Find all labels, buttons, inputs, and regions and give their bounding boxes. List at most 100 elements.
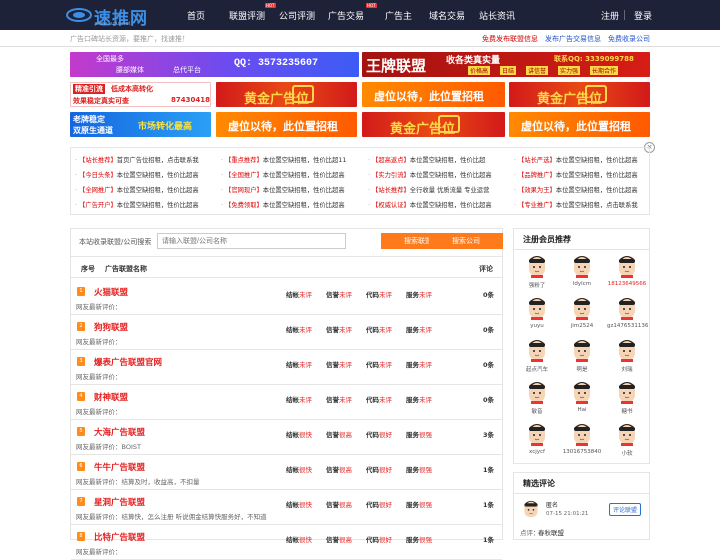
latest-review: 网友最新评价：: [76, 338, 122, 346]
metric: 服务很强: [406, 466, 432, 474]
metric: 代码很好: [366, 431, 392, 439]
text-link-ad[interactable]: · 【品牌推广】本位置空缺招租，性价比超高: [514, 170, 638, 179]
metric: 信誉未评: [326, 291, 352, 299]
ad-banner-king[interactable]: 王牌联盟 收各类真实量 联系QQ: 3339099788 价格高 日结 讲信誉 …: [362, 52, 650, 77]
member-item[interactable]: 13016753840: [562, 422, 602, 464]
rank-badge: 4: [77, 392, 85, 401]
nav-advertiser[interactable]: 广告主: [385, 9, 412, 22]
union-name-link[interactable]: 大海广告联盟: [94, 426, 145, 438]
review-union-button[interactable]: 评论联盟: [609, 503, 642, 516]
member-item[interactable]: yuyu: [517, 296, 557, 338]
member-item[interactable]: gz1476531136: [607, 296, 648, 338]
member-item[interactable]: 敏音: [517, 380, 557, 422]
review-count[interactable]: 0条: [483, 289, 494, 299]
union-name-link[interactable]: 狗狗联盟: [94, 321, 128, 333]
rank-badge: 3: [77, 357, 85, 366]
avatar-icon: [619, 382, 635, 404]
top-nav: 速推网 www.sutui.net 首页 联盟评测 HOT 公司评测 广告交易 HO…: [0, 0, 720, 30]
ad-banner-traffic[interactable]: 精准引流 低成本高转化 效果稳定真实可查 874304182: [70, 82, 211, 107]
text-link-ad[interactable]: · 【专业推广】本位置空缺招租，点击联系我: [514, 200, 638, 209]
metric: 信誉很高: [326, 501, 352, 509]
text-link-ad[interactable]: · 【实力引流】本位置空缺招租，性价比超高: [368, 170, 492, 179]
comment-target[interactable]: 春秋联盟: [538, 527, 564, 537]
ad-banner-media[interactable]: 全国最多 腰部媒体 总代平台 QQ: 3573235607: [70, 52, 359, 77]
member-item[interactable]: 18123649566: [607, 254, 647, 296]
latest-review: 网友最新评价：BOIST: [76, 443, 141, 451]
member-item[interactable]: ldylcm: [562, 254, 602, 296]
union-name-link[interactable]: 财神联盟: [94, 391, 128, 403]
hot-badge: HOT: [366, 3, 377, 8]
ad-slot-gold[interactable]: 黄金广告位: [216, 82, 357, 107]
nav-domain-trade[interactable]: 域名交易: [429, 9, 465, 22]
nav-ad-trade[interactable]: 广告交易 HOT: [328, 3, 377, 22]
text-link-ad[interactable]: · 【今日头条】本位置空缺招租，性价比超高: [75, 170, 199, 179]
nav-webmaster-news[interactable]: 站长资讯: [479, 9, 515, 22]
member-item[interactable]: 啊是: [562, 338, 602, 380]
ad-slot-vacant[interactable]: 虚位以待，此位置招租: [509, 112, 650, 137]
nav-company-review[interactable]: 公司评测: [279, 9, 315, 22]
ad-slot-gold[interactable]: 黄金广告位: [362, 112, 505, 137]
avatar-icon: [619, 424, 635, 446]
member-name: 小软: [621, 451, 633, 457]
text-link-ad[interactable]: · 【全网推广】本位置空缺招租，性价比超高: [75, 185, 199, 194]
union-name-link[interactable]: 火猫联盟: [94, 286, 128, 298]
review-count[interactable]: 0条: [483, 324, 494, 334]
text-link-ad[interactable]: · 【站长严选】本位置空缺招租，性价比超高: [514, 155, 638, 164]
ad-slot-gold[interactable]: 黄金广告位: [509, 82, 650, 107]
review-count[interactable]: 1条: [483, 464, 494, 474]
member-item[interactable]: Hai: [562, 380, 602, 422]
member-item[interactable]: xcjycf: [517, 422, 557, 464]
ad-slot-vacant[interactable]: 虚位以待，此位置招租: [216, 112, 357, 137]
text-link-ad[interactable]: · 【全国推广】本位置空缺招租，性价比超高: [221, 170, 345, 179]
metric: 代码未评: [366, 291, 392, 299]
ad-banner-native[interactable]: 老牌稳定 双原生通道 市场转化最高: [70, 112, 211, 137]
nav-union-review[interactable]: 联盟评测 HOT: [229, 3, 276, 22]
search-company-button[interactable]: 搜索公司: [429, 233, 503, 249]
review-count[interactable]: 1条: [483, 499, 494, 509]
text-link-ad[interactable]: · 【广告开户】本位置空缺招租，性价比超高: [75, 200, 199, 209]
member-item[interactable]: 刘瑞: [607, 338, 647, 380]
member-item[interactable]: 小软: [607, 422, 647, 464]
text-link-ad[interactable]: · 【站长推荐】首页广告位招租，点击联系我: [75, 155, 199, 164]
search-input[interactable]: [157, 233, 346, 249]
union-name-link[interactable]: 星洞广告联盟: [94, 496, 145, 508]
review-count[interactable]: 3条: [483, 429, 494, 439]
metric: 代码未评: [366, 361, 392, 369]
post-ad-link[interactable]: 发布广告交易信息: [545, 34, 601, 44]
register-link[interactable]: 注册: [601, 9, 619, 22]
text-link-ad[interactable]: · 【超高返点】本位置空缺招租，性价比超: [368, 155, 485, 164]
free-company-link[interactable]: 免费收录公司: [608, 34, 650, 44]
member-item[interactable]: 强粉了: [517, 254, 557, 296]
avatar-icon: [619, 256, 635, 278]
text-link-ad[interactable]: · 【官网现户】本位置空缺招租，性价比超高: [221, 185, 345, 194]
free-union-link[interactable]: 免费发布联盟信息: [482, 34, 538, 44]
text-link-ad[interactable]: · 【免费领取】本位置空缺招租，性价比超高: [221, 200, 345, 209]
metric: 结帐很快: [286, 501, 312, 509]
login-link[interactable]: 登录: [634, 9, 652, 22]
member-item[interactable]: jim2524: [562, 296, 602, 338]
text-link-ad[interactable]: · 【重点推荐】本位置空缺招租，性价比超11: [221, 155, 346, 164]
union-name-link[interactable]: 牛牛广告联盟: [94, 461, 145, 473]
metric: 信誉很高: [326, 536, 352, 544]
metric: 结帐很快: [286, 431, 312, 439]
member-name: 敏音: [531, 409, 543, 415]
member-name: jim2524: [570, 323, 594, 329]
review-count[interactable]: 0条: [483, 394, 494, 404]
latest-review: 网友最新评价：: [76, 373, 122, 381]
metric: 代码很好: [366, 536, 392, 544]
union-name-link[interactable]: 比特广告联盟: [94, 531, 145, 543]
ad-slot-vacant[interactable]: 虚位以待，此位置招租: [362, 82, 505, 107]
text-link-ad[interactable]: · 【站长推荐】全行收量 优质流量 专业运营: [368, 185, 489, 194]
text-link-ad[interactable]: · 【权威认证】本位置空缺招租，性价比超高: [368, 200, 492, 209]
text-link-ad[interactable]: · 【效果为王】本位置空缺招租，性价比超高: [514, 185, 638, 194]
table-row: 2 狗狗联盟 网友最新评价： 结帐未评 信誉未评 代码未评 服务未评 0条: [71, 315, 502, 350]
table-row: 5 大海广告联盟 网友最新评价：BOIST 结帐很快 信誉很高 代码很好 服务很强 3条: [71, 420, 502, 455]
site-logo[interactable]: 速推网 www.sutui.net: [66, 4, 156, 29]
member-item[interactable]: 糖书: [607, 380, 647, 422]
metric: 代码很好: [366, 501, 392, 509]
member-item[interactable]: 起点汽车: [517, 338, 557, 380]
review-count[interactable]: 0条: [483, 359, 494, 369]
union-name-link[interactable]: 爆表广告联盟官网: [94, 356, 162, 368]
nav-home[interactable]: 首页: [187, 9, 205, 22]
review-count[interactable]: 1条: [483, 534, 494, 544]
